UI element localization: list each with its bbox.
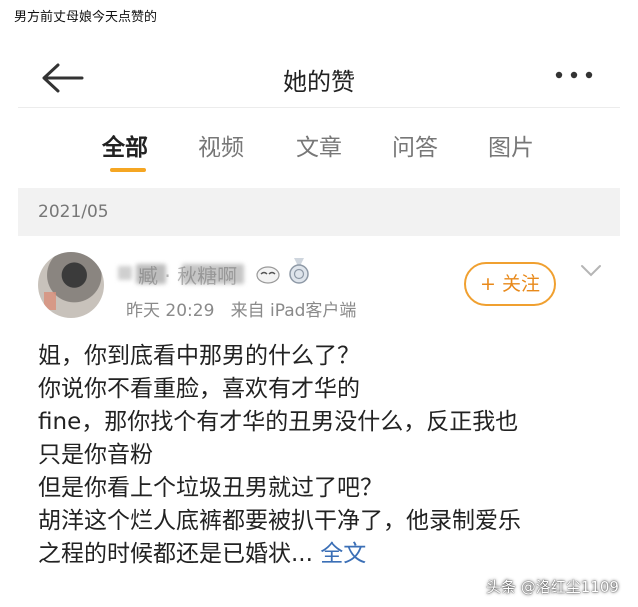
- post-meta: 昨天 20:29 来自 iPad客户端: [126, 301, 357, 321]
- tab-video[interactable]: 视频: [198, 128, 244, 162]
- post-line: 只是你音粉: [38, 442, 153, 468]
- page-title: 她的赞: [283, 68, 355, 96]
- post-line: fine，那你找个有才华的丑男没什么，反正我也: [38, 409, 519, 435]
- date-section-header: 2021/05: [18, 188, 620, 236]
- post-line: 姐，你到底看中那男的什么了？: [38, 343, 360, 369]
- post-line: 你说你不看重脸，喜欢有才华的: [38, 376, 360, 402]
- post-line: 但是你看上个垃圾丑男就过了吧？: [38, 475, 383, 501]
- nav-bar: 她的赞: [18, 48, 620, 108]
- active-tab-indicator: [110, 168, 146, 172]
- full-text-link[interactable]: 全文: [320, 541, 366, 567]
- post-line-last: 之程的时候都还是已婚状... 全文: [38, 538, 608, 571]
- avatar[interactable]: [38, 252, 104, 318]
- follow-button[interactable]: + 关注: [464, 262, 556, 306]
- chevron-down-icon[interactable]: [580, 264, 602, 278]
- liked-post-card[interactable]: 臧 · 秋糖啊 昨天 20:29 来自 iPad客户端 + 关注 姐，你到底看中…: [18, 236, 620, 607]
- username: 臧 · 秋糖啊: [138, 264, 238, 288]
- tab-qa[interactable]: 问答: [392, 128, 438, 162]
- more-dots-icon[interactable]: [554, 70, 594, 80]
- tab-article[interactable]: 文章: [296, 128, 342, 162]
- phone-screen: 她的赞 全部 视频 文章 问答 图片 2021/05 臧 · 秋糖啊 昨天 20…: [18, 48, 620, 607]
- medal-badge-icon: [289, 258, 309, 284]
- image-caption: 男方前丈母娘今天点赞的: [14, 10, 158, 25]
- date-label: 2021/05: [38, 202, 109, 222]
- post-body[interactable]: 姐，你到底看中那男的什么了？ 你说你不看重脸，喜欢有才华的 fine，那你找个有…: [38, 340, 608, 571]
- tab-images[interactable]: 图片: [488, 128, 534, 162]
- tab-bar: 全部 视频 文章 问答 图片: [18, 110, 620, 182]
- watermark: 头条 @洛红尘1109: [486, 578, 619, 596]
- post-line: 之程的时候都还是已婚状...: [38, 541, 313, 567]
- post-line: 胡洋这个烂人底裤都要被扒干净了，他录制爱乐: [38, 508, 521, 534]
- tab-all[interactable]: 全部: [102, 128, 148, 162]
- emoji-badge-icon: [256, 266, 280, 284]
